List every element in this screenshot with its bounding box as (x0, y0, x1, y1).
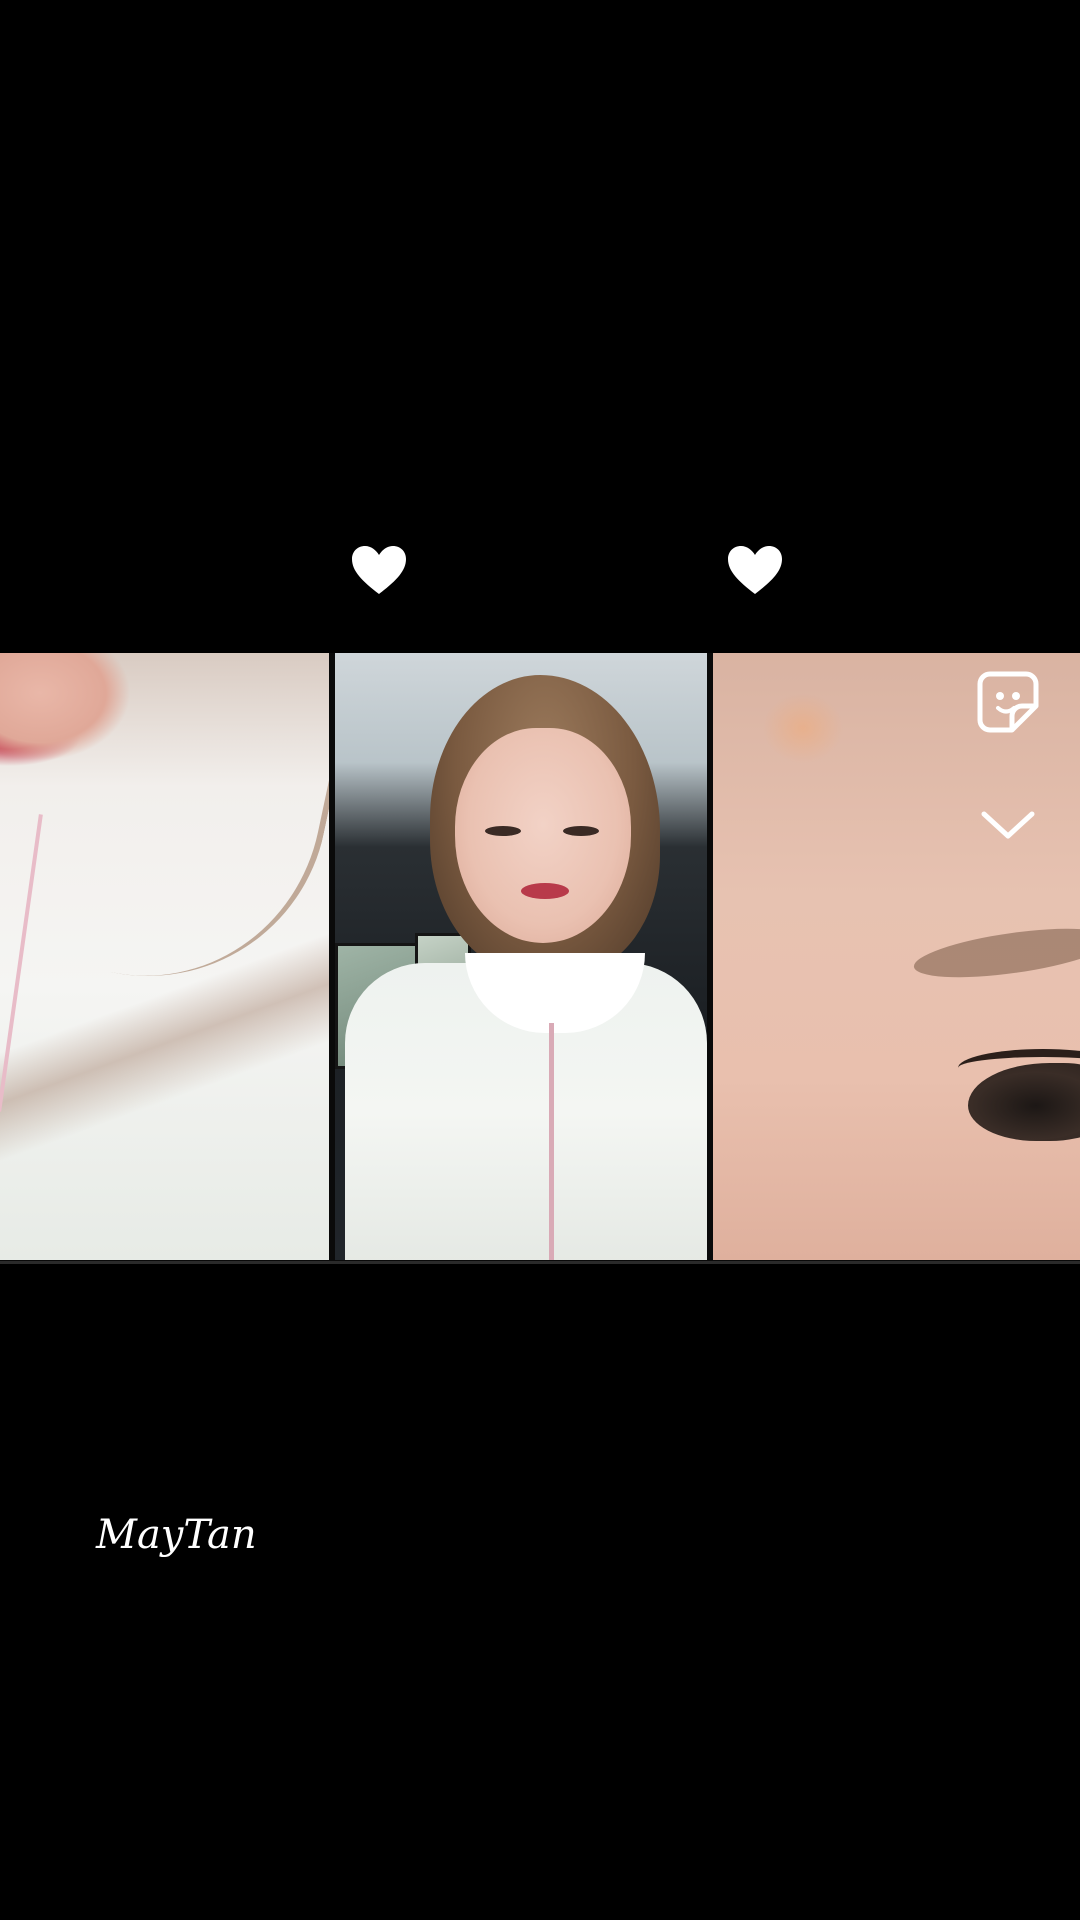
video-panel-left[interactable] (0, 653, 329, 1260)
creator-watermark: MayTan (96, 1512, 257, 1558)
chevron-down-icon[interactable] (978, 806, 1038, 842)
video-panel-center[interactable] (335, 653, 707, 1260)
sticker-icon[interactable] (976, 670, 1040, 734)
heart-icon[interactable] (350, 544, 408, 596)
heart-icon[interactable] (726, 544, 784, 596)
lips (521, 883, 569, 899)
hair-strand (94, 653, 329, 1010)
jacket-trim (0, 814, 43, 1112)
face (455, 728, 631, 943)
left-eye (485, 826, 521, 836)
strip-divider (0, 1261, 1080, 1264)
jacket-zipper (549, 1023, 554, 1260)
right-eye (563, 826, 599, 836)
video-strip (0, 653, 1080, 1261)
video-panel-right[interactable] (713, 653, 1080, 1260)
eyebrow (911, 919, 1080, 987)
